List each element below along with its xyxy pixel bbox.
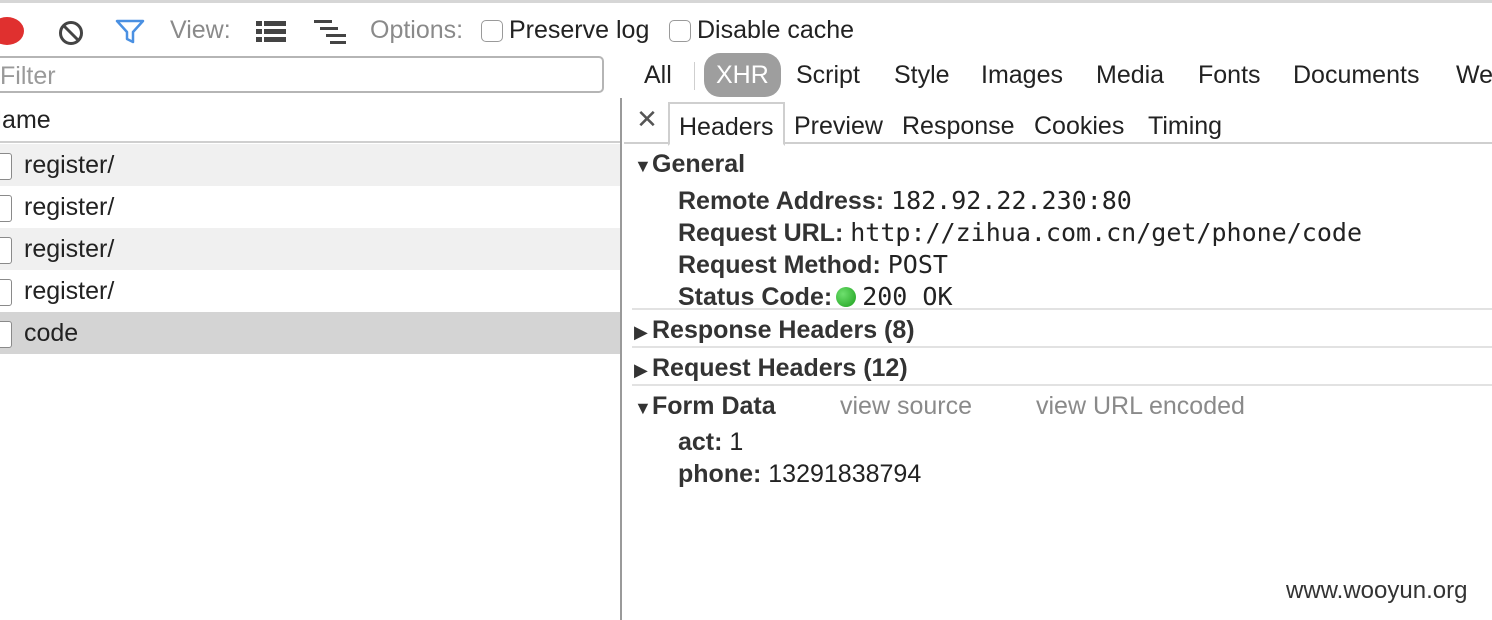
options-label: Options: bbox=[370, 16, 464, 44]
name-column-label: Name bbox=[0, 106, 51, 134]
request-url-value: http://zihua.com.cn/get/phone/code bbox=[850, 218, 1362, 247]
document-icon bbox=[0, 153, 12, 180]
phone-value: 13291838794 bbox=[768, 460, 922, 488]
tab-preview[interactable]: Preview bbox=[794, 112, 883, 141]
preserve-log-checkbox[interactable] bbox=[481, 20, 503, 42]
tab-timing[interactable]: Timing bbox=[1148, 112, 1222, 141]
tab-cookies[interactable]: Cookies bbox=[1034, 112, 1124, 141]
remote-address-value: 182.92.22.230:80 bbox=[891, 186, 1132, 215]
request-list-panel: Name register/ register/ register/ regis… bbox=[0, 98, 622, 620]
act-value: 1 bbox=[729, 428, 744, 456]
response-headers-title: Response Headers (8) bbox=[652, 316, 915, 344]
type-filter-script[interactable]: Script bbox=[796, 61, 860, 90]
request-headers-section-header[interactable]: ▶ Request Headers (12) bbox=[634, 354, 908, 383]
triangle-down-icon: ▼ bbox=[634, 156, 652, 176]
record-icon[interactable] bbox=[0, 17, 24, 45]
type-filter-images[interactable]: Images bbox=[981, 61, 1063, 90]
request-name: code bbox=[24, 319, 79, 347]
view-label: View: bbox=[170, 16, 231, 44]
request-name: register/ bbox=[24, 193, 115, 221]
form-data-title: Form Data bbox=[652, 392, 776, 420]
view-url-encoded-link[interactable]: view URL encoded bbox=[1036, 392, 1245, 421]
request-row[interactable]: register/ bbox=[0, 144, 620, 186]
filter-icon[interactable] bbox=[115, 19, 145, 50]
form-data-section-header[interactable]: ▼Form Data bbox=[634, 392, 776, 421]
tab-headers[interactable]: Headers bbox=[668, 102, 785, 146]
request-method-key: Request Method: bbox=[678, 251, 881, 279]
document-icon bbox=[0, 279, 12, 306]
watermark: www.wooyun.org bbox=[1286, 577, 1468, 604]
response-headers-section-header[interactable]: ▶ Response Headers (8) bbox=[634, 316, 915, 345]
type-filter-fonts[interactable]: Fonts bbox=[1198, 61, 1261, 90]
phone-key: phone: bbox=[678, 460, 762, 488]
type-filter-divider bbox=[694, 62, 695, 90]
type-filter-websockets[interactable]: We bbox=[1456, 61, 1492, 90]
close-icon[interactable]: ✕ bbox=[636, 104, 658, 135]
section-divider bbox=[632, 346, 1492, 348]
clear-icon[interactable] bbox=[58, 20, 84, 51]
disable-cache-label[interactable]: Disable cache bbox=[697, 16, 854, 45]
type-filter-documents[interactable]: Documents bbox=[1293, 61, 1419, 90]
status-ok-icon bbox=[836, 287, 857, 307]
document-icon bbox=[0, 195, 12, 222]
form-field-act: act: 1 bbox=[678, 428, 743, 457]
request-name: register/ bbox=[24, 235, 115, 263]
disable-cache-checkbox[interactable] bbox=[669, 20, 691, 42]
request-name: register/ bbox=[24, 277, 115, 305]
triangle-right-icon: ▶ bbox=[634, 360, 648, 380]
act-key: act: bbox=[678, 428, 723, 456]
type-filter-all[interactable]: All bbox=[644, 61, 672, 90]
type-filter-xhr[interactable]: XHR bbox=[704, 53, 781, 97]
request-name: register/ bbox=[24, 151, 115, 179]
preserve-log-label[interactable]: Preserve log bbox=[509, 16, 649, 45]
name-column-header[interactable]: Name bbox=[0, 98, 620, 143]
form-field-phone: phone: 13291838794 bbox=[678, 460, 921, 489]
remote-address-key: Remote Address: bbox=[678, 187, 885, 215]
general-section-title: General bbox=[652, 150, 746, 178]
general-section-header[interactable]: ▼General bbox=[634, 150, 745, 179]
request-method-row: Request Method: POST bbox=[678, 250, 948, 280]
remote-address-row: Remote Address: 182.92.22.230:80 bbox=[678, 186, 1132, 216]
triangle-down-icon: ▼ bbox=[634, 398, 652, 418]
request-row[interactable]: register/ bbox=[0, 270, 620, 312]
request-row[interactable]: register/ bbox=[0, 228, 620, 270]
tab-response[interactable]: Response bbox=[902, 112, 1015, 141]
section-divider bbox=[632, 384, 1492, 386]
document-icon bbox=[0, 237, 12, 264]
section-divider bbox=[632, 308, 1492, 310]
overview-waterfall-icon[interactable] bbox=[314, 20, 348, 49]
request-method-value: POST bbox=[887, 250, 948, 279]
large-request-rows-icon[interactable] bbox=[256, 21, 286, 48]
triangle-right-icon: ▶ bbox=[634, 322, 648, 342]
type-filter-style[interactable]: Style bbox=[894, 61, 950, 90]
filter-input[interactable] bbox=[0, 56, 604, 93]
document-icon bbox=[0, 321, 12, 348]
status-code-key: Status Code: bbox=[678, 283, 833, 311]
request-row-selected[interactable]: code bbox=[0, 312, 620, 354]
status-code-value: 200 OK bbox=[862, 282, 953, 311]
network-toolbar: View: Options: Preserve log Disable cach… bbox=[0, 0, 1492, 54]
view-source-link[interactable]: view source bbox=[840, 392, 972, 421]
request-url-row: Request URL: http://zihua.com.cn/get/pho… bbox=[678, 218, 1362, 248]
request-url-key: Request URL: bbox=[678, 219, 844, 247]
request-headers-title: Request Headers (12) bbox=[652, 354, 908, 382]
type-filter-media[interactable]: Media bbox=[1096, 61, 1164, 90]
request-row[interactable]: register/ bbox=[0, 186, 620, 228]
